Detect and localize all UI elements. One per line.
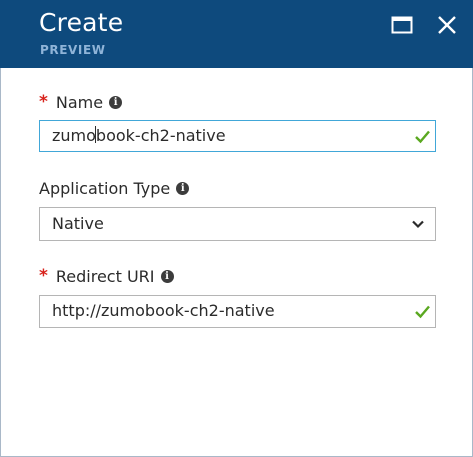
redirect-uri-label-row: * Redirect URI i xyxy=(39,266,174,286)
redirect-uri-label: Redirect URI xyxy=(55,266,155,286)
blade-subtitle: PREVIEW xyxy=(40,43,106,57)
close-button[interactable] xyxy=(432,10,462,40)
chevron-down-icon xyxy=(412,220,424,229)
application-type-label: Application Type xyxy=(39,179,171,198)
name-value-before-caret: zumo xyxy=(52,126,96,145)
application-type-label-row: Application Type i xyxy=(39,179,190,198)
blade-title: Create xyxy=(39,8,124,37)
name-value-after-caret: book-ch2-native xyxy=(95,126,226,145)
maximize-icon xyxy=(391,16,413,34)
name-label-row: * Name i xyxy=(39,92,123,112)
blade-header: Create PREVIEW xyxy=(0,0,473,68)
name-input-value: zumobook-ch2-native xyxy=(52,126,226,145)
info-icon[interactable]: i xyxy=(160,269,174,283)
redirect-uri-value: http://zumobook-ch2-native xyxy=(52,301,275,320)
name-label: Name xyxy=(55,92,104,112)
required-marker: * xyxy=(39,266,48,286)
application-type-select[interactable]: Native xyxy=(39,207,436,241)
info-icon[interactable]: i xyxy=(109,95,123,109)
check-icon xyxy=(415,130,430,144)
check-icon xyxy=(415,305,430,319)
name-input[interactable]: zumobook-ch2-native xyxy=(39,120,436,152)
maximize-button[interactable] xyxy=(387,10,417,40)
application-type-value: Native xyxy=(52,214,104,233)
redirect-uri-input[interactable]: http://zumobook-ch2-native xyxy=(39,295,436,328)
required-marker: * xyxy=(39,92,48,112)
info-icon[interactable]: i xyxy=(176,182,190,195)
close-icon xyxy=(438,16,456,34)
